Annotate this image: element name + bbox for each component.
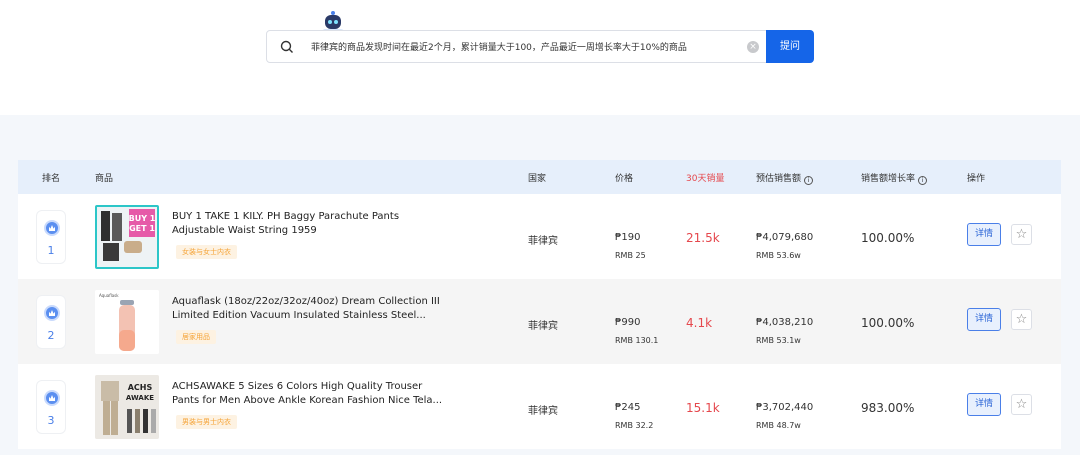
search-bar: × 提问	[266, 30, 814, 63]
revenue-cell: ₱4,079,680	[756, 232, 814, 243]
search-icon	[280, 40, 293, 53]
price-cell: ₱990	[615, 317, 641, 328]
country-cell: 菲律宾	[528, 321, 558, 332]
header-est-revenue-label: 预估销售额	[756, 174, 802, 184]
thumb-text: BUY 1	[129, 214, 156, 223]
sales30-cell: 21.5k	[686, 231, 720, 245]
category-tag: 女装与女士内衣	[176, 245, 237, 259]
revenue-cell: ₱4,038,210	[756, 317, 814, 328]
header-growth[interactable]: 销售额增长率 i	[861, 171, 928, 185]
growth-cell: 100.00%	[861, 231, 915, 245]
search-header: × 提问	[0, 0, 1080, 115]
product-image: BUY 1 GET 1	[97, 207, 157, 267]
country-cell: 菲律宾	[528, 406, 558, 417]
revenue-cell: ₱3,702,440	[756, 402, 814, 413]
rank-number: 1	[47, 244, 55, 257]
rank-badge: 1	[36, 210, 66, 264]
category-tag: 男装与男士内衣	[176, 415, 237, 429]
product-thumbnail[interactable]: Aquaflask	[95, 290, 159, 354]
detail-button[interactable]: 详情	[967, 223, 1001, 246]
crown-icon	[44, 390, 60, 406]
product-thumbnail[interactable]: BUY 1 GET 1	[95, 205, 159, 269]
header-country: 国家	[528, 174, 547, 184]
rank-badge: 3	[36, 380, 66, 434]
category-tag: 居家用品	[176, 330, 216, 344]
header-action: 操作	[967, 174, 986, 184]
product-name-line: Limited Edition Vacuum Insulated Stainle…	[172, 310, 426, 321]
table-row: 2 Aquaflask Aquaflask (18oz/22oz/32oz/40…	[18, 279, 1061, 364]
header-growth-label: 销售额增长率	[861, 174, 916, 184]
detail-button[interactable]: 详情	[967, 308, 1001, 331]
country-cell: 菲律宾	[528, 236, 558, 247]
thumb-text: GET 1	[129, 224, 155, 233]
revenue-rmb: RMB 53.1w	[756, 336, 801, 345]
product-image: Aquaflask	[95, 290, 159, 354]
header-sales30[interactable]: 30天销量	[686, 171, 724, 184]
product-thumbnail[interactable]: ACHS AWAKE	[95, 375, 159, 439]
table-header: 排名 商品 国家 价格 30天销量 预估销售额 i 销售额增长率 i 操作	[18, 160, 1061, 194]
crown-icon	[44, 220, 60, 236]
revenue-rmb: RMB 48.7w	[756, 421, 801, 430]
crown-icon	[44, 305, 60, 321]
product-name-line: ACHSAWAKE 5 Sizes 6 Colors High Quality …	[172, 381, 423, 392]
search-input[interactable]	[311, 31, 741, 62]
revenue-rmb: RMB 53.6w	[756, 251, 801, 260]
table-row: 3 ACHS AWAKE ACHSAWAKE 5 Sizes 6 Colors …	[18, 364, 1061, 449]
thumb-text: AWAKE	[126, 394, 154, 402]
header-product: 商品	[95, 174, 114, 184]
detail-button[interactable]: 详情	[967, 393, 1001, 416]
table-row: 1 BUY 1 GET 1 BUY 1 TAKE 1 KILY. PH Bagg…	[18, 194, 1061, 279]
clear-icon[interactable]: ×	[747, 41, 759, 53]
thumb-text: ACHS	[128, 383, 153, 392]
results-panel: 排名 商品 国家 价格 30天销量 预估销售额i 销售额增长率i 操作 1	[0, 115, 1080, 455]
growth-cell: 100.00%	[861, 316, 915, 330]
product-image: ACHS AWAKE	[95, 375, 159, 439]
sales30-cell: 15.1k	[686, 401, 720, 415]
price-cell: ₱245	[615, 402, 641, 413]
price-rmb: RMB 32.2	[615, 421, 654, 430]
sales30-cell: 4.1k	[686, 316, 713, 330]
star-icon[interactable]: ☆	[1011, 394, 1032, 415]
header-rank: 排名	[42, 174, 61, 184]
growth-cell: 983.00%	[861, 401, 915, 415]
product-name-line: Pants for Men Above Ankle Korean Fashion…	[172, 395, 443, 406]
price-rmb: RMB 130.1	[615, 336, 659, 345]
ask-button[interactable]: 提问	[766, 30, 814, 63]
header-price[interactable]: 价格	[615, 171, 633, 184]
rank-number: 3	[47, 414, 55, 427]
star-icon[interactable]: ☆	[1011, 224, 1032, 245]
rank-number: 2	[47, 329, 55, 342]
product-name-line: BUY 1 TAKE 1 KILY. PH Baggy Parachute Pa…	[172, 211, 400, 222]
star-icon[interactable]: ☆	[1011, 309, 1032, 330]
info-icon[interactable]: i	[918, 176, 928, 185]
header-est-revenue[interactable]: 预估销售额 i	[756, 171, 814, 185]
product-name-line: Adjustable Waist String 1959	[172, 225, 317, 236]
product-name[interactable]: BUY 1 TAKE 1 KILY. PH Baggy Parachute Pa…	[172, 210, 462, 238]
price-cell: ₱190	[615, 232, 641, 243]
price-rmb: RMB 25	[615, 251, 646, 260]
product-name-line: Aquaflask (18oz/22oz/32oz/40oz) Dream Co…	[172, 296, 440, 307]
thumb-text: Aquaflask	[99, 293, 119, 298]
product-name[interactable]: Aquaflask (18oz/22oz/32oz/40oz) Dream Co…	[172, 295, 462, 323]
info-icon[interactable]: i	[804, 176, 814, 185]
rank-badge: 2	[36, 295, 66, 349]
product-name[interactable]: ACHSAWAKE 5 Sizes 6 Colors High Quality …	[172, 380, 462, 408]
